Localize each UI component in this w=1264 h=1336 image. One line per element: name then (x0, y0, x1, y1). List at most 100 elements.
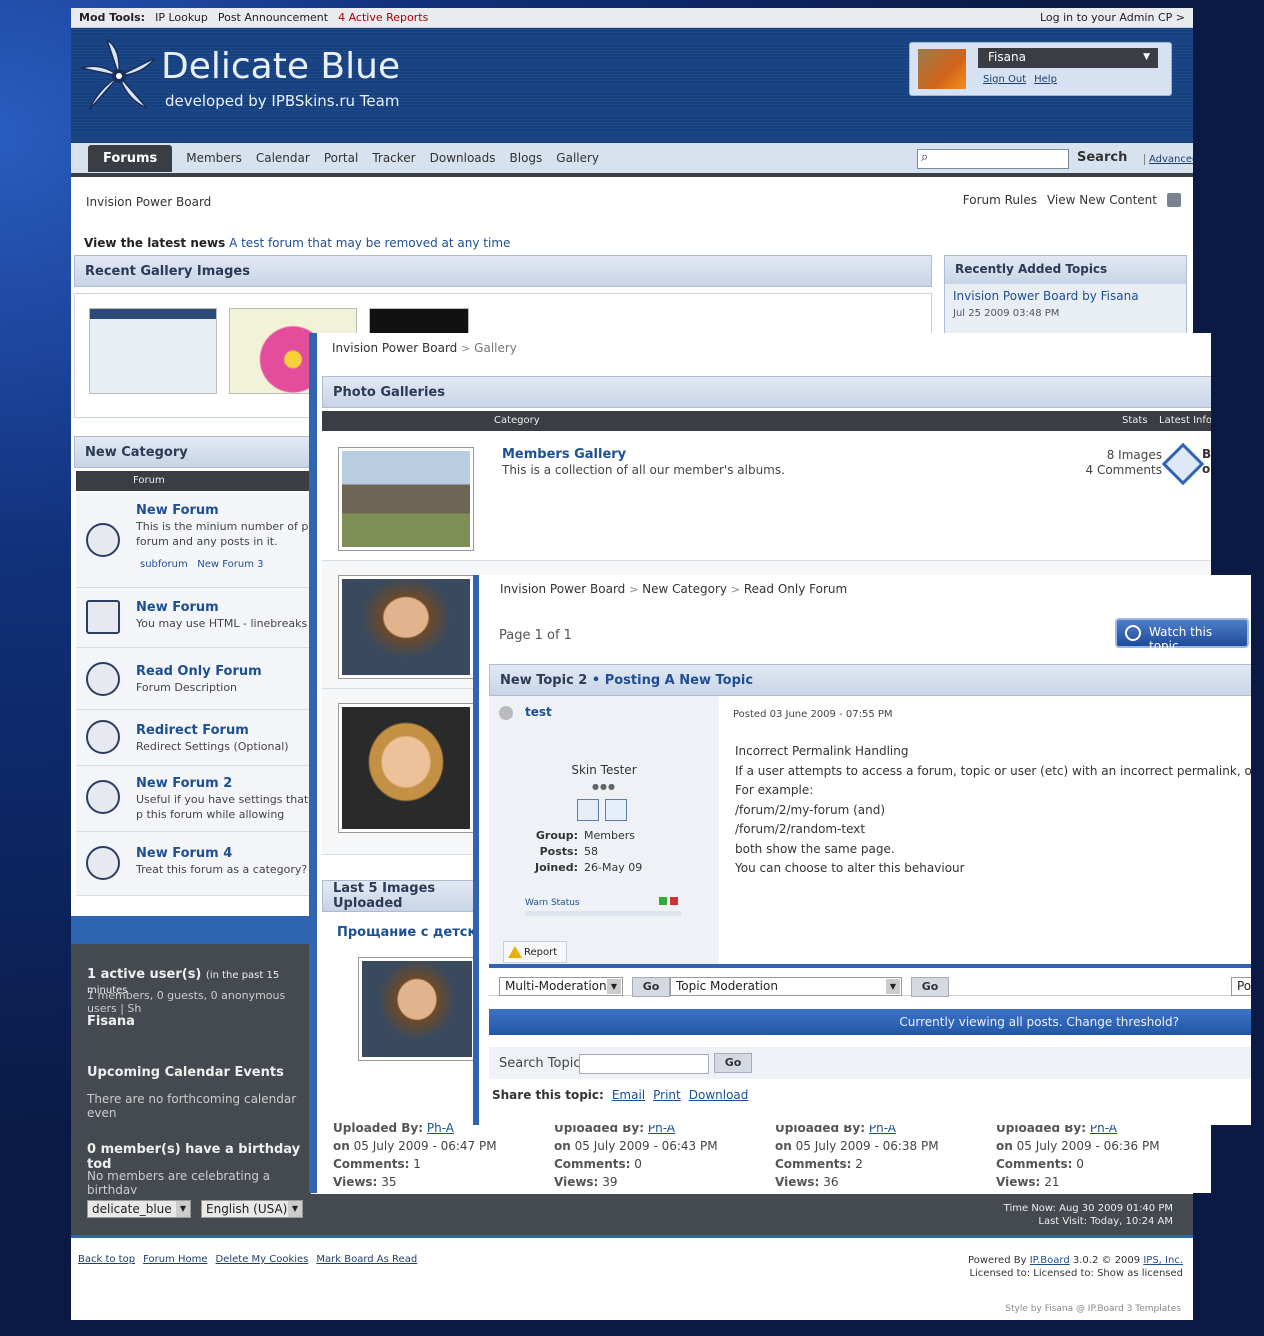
warn-status-link[interactable]: Warn Status (525, 898, 580, 908)
advanced-search-link[interactable]: Advanced (1144, 154, 1193, 165)
read-only-icon (86, 662, 120, 696)
breadcrumb[interactable]: Invision Power Board (86, 195, 211, 209)
rss-icon[interactable] (1167, 193, 1181, 207)
forum-title[interactable]: Redirect Forum (136, 723, 249, 738)
posted-date: Posted 03 June 2009 - 07:55 PM (733, 709, 893, 720)
forum-title[interactable]: New Forum (136, 503, 219, 518)
avatar[interactable] (918, 49, 966, 89)
subforum-link[interactable]: subforum (140, 559, 188, 570)
recent-topic-link[interactable]: Invision Power Board by Fisana (945, 284, 1186, 308)
calendar-events-title: Upcoming Calendar Events (87, 1065, 284, 1080)
topic-header: New Topic 2 • Posting A New Topic (489, 664, 1251, 696)
news-label: View the latest news (84, 236, 226, 250)
post-moderation-select[interactable]: Po (1231, 977, 1251, 996)
breadcrumb-board[interactable]: Invision Power Board (500, 582, 625, 596)
skin-select-value: delicate_blue (92, 1202, 172, 1216)
upload-date: 05 July 2009 - 06:43 PM (574, 1139, 718, 1153)
subforum-link[interactable]: New Forum 3 (197, 559, 263, 570)
forum-title[interactable]: New Forum 4 (136, 846, 232, 861)
back-to-top-link[interactable]: Back to top (78, 1254, 135, 1265)
search-topic-go-button[interactable]: Go (714, 1053, 752, 1073)
tab-blogs[interactable]: Blogs (510, 151, 543, 165)
breadcrumb-category[interactable]: New Category (642, 582, 727, 596)
breadcrumb-gallery[interactable]: Gallery (474, 341, 517, 355)
gallery-photo[interactable] (338, 703, 474, 833)
gallery-row[interactable]: Members Gallery This is a collection of … (322, 433, 1211, 561)
poster-name[interactable]: test (525, 705, 552, 719)
forum-row[interactable]: New Forum This is the minium number of p… (76, 493, 316, 588)
gallery-photo[interactable] (338, 447, 474, 551)
on-label: on (996, 1139, 1013, 1153)
language-select-value: English (USA) (206, 1202, 288, 1216)
share-print-link[interactable]: Print (653, 1088, 681, 1102)
warn-increase-icon[interactable] (670, 897, 678, 905)
active-reports-link[interactable]: 4 Active Reports (338, 11, 428, 24)
gallery-thumb[interactable] (89, 308, 217, 394)
report-button[interactable]: Report (503, 941, 567, 963)
forum-title[interactable]: New Forum 2 (136, 776, 232, 791)
forum-rules-link[interactable]: Forum Rules (963, 193, 1037, 207)
breadcrumb-board[interactable]: Invision Power Board (332, 341, 457, 355)
news-link[interactable]: A test forum that may be removed at any … (229, 236, 510, 250)
uploader-link[interactable]: Ph-A (427, 1121, 454, 1135)
tab-forums[interactable]: Forums (88, 144, 173, 172)
post-text: Incorrect Permalink Handling If a user a… (735, 742, 1251, 879)
last-visit: Last Visit: Today, 10:24 AM (1038, 1216, 1173, 1227)
gallery-title[interactable]: Members Gallery (502, 447, 626, 462)
ip-lookup-link[interactable]: IP Lookup (155, 11, 208, 24)
topic-moderation-select[interactable]: Topic Moderation ▼ (670, 977, 902, 996)
mark-read-link[interactable]: Mark Board As Read (316, 1254, 417, 1265)
poster-info: test Skin Tester ●●● Group: Members Posts… (489, 696, 719, 964)
sign-out-link[interactable]: Sign Out (983, 74, 1026, 85)
search-button[interactable]: Search (1077, 150, 1127, 165)
forum-home-link[interactable]: Forum Home (143, 1254, 207, 1265)
view-new-content-link[interactable]: View New Content (1047, 193, 1157, 207)
gallery-desc: This is a collection of all our member's… (502, 463, 785, 477)
views-label: Views: (775, 1175, 820, 1189)
threshold-link[interactable]: Currently viewing all posts. Change thre… (489, 1009, 1251, 1035)
admin-cp-link[interactable]: Log in to your Admin CP > (1040, 11, 1185, 24)
share-download-link[interactable]: Download (689, 1088, 749, 1102)
user-menu[interactable]: Fisana ▼ (978, 48, 1158, 68)
forum-title[interactable]: Read Only Forum (136, 664, 262, 679)
watch-topic-button[interactable]: Watch this topic (1115, 618, 1249, 653)
post-line: You can choose to alter this behaviour (735, 861, 965, 875)
tab-members[interactable]: Members (186, 151, 242, 165)
forum-row[interactable]: New Forum 2 Useful if you have settings … (76, 766, 316, 832)
forum-title[interactable]: New Forum (136, 600, 219, 615)
ips-link[interactable]: IPS, Inc. (1143, 1255, 1183, 1266)
share-email-link[interactable]: Email (612, 1088, 645, 1102)
breadcrumb-forum[interactable]: Read Only Forum (744, 582, 847, 596)
active-member-link[interactable]: Fisana (87, 1014, 135, 1029)
forum-row[interactable]: Read Only Forum Forum Description (76, 648, 316, 710)
tab-portal[interactable]: Portal (324, 151, 358, 165)
profile-icon[interactable] (577, 799, 599, 821)
chevron-down-icon: ▼ (607, 979, 621, 994)
forum-row[interactable]: New Forum 4 Treat this forum as a catego… (76, 832, 316, 896)
multi-moderation-select[interactable]: Multi-Moderation ▼ (499, 977, 623, 996)
time-now: Time Now: Aug 30 2009 01:40 PM (1003, 1203, 1173, 1214)
forum-row[interactable]: Redirect Forum Redirect Settings (Option… (76, 710, 316, 766)
search-input[interactable]: ⌕ (917, 149, 1069, 169)
delete-cookies-link[interactable]: Delete My Cookies (215, 1254, 308, 1265)
ipboard-link[interactable]: IP.Board (1030, 1255, 1070, 1266)
forum-row[interactable]: New Forum You may use HTML - linebreaks (76, 588, 316, 648)
multi-moderation-go-button[interactable]: Go (632, 977, 670, 997)
message-icon[interactable] (605, 799, 627, 821)
gallery-photo[interactable] (338, 575, 474, 679)
skin-select[interactable]: delicate_blue ▼ (87, 1200, 191, 1218)
uploaded-photo[interactable] (358, 957, 476, 1061)
breadcrumb: Invision Power Board > Gallery (332, 341, 517, 355)
tab-gallery[interactable]: Gallery (556, 151, 599, 165)
help-link[interactable]: Help (1034, 74, 1057, 85)
tab-calendar[interactable]: Calendar (256, 151, 310, 165)
search-topic-input[interactable] (579, 1054, 709, 1074)
tab-tracker[interactable]: Tracker (372, 151, 415, 165)
upload-info: Uploaded By: Ph-A on 05 July 2009 - 06:4… (333, 1119, 533, 1191)
forum-icon (86, 600, 120, 634)
topic-moderation-go-button[interactable]: Go (911, 977, 949, 997)
warn-decrease-icon[interactable] (659, 897, 667, 905)
language-select[interactable]: English (USA) ▼ (201, 1200, 303, 1218)
tab-downloads[interactable]: Downloads (430, 151, 496, 165)
post-announcement-link[interactable]: Post Announcement (218, 11, 328, 24)
